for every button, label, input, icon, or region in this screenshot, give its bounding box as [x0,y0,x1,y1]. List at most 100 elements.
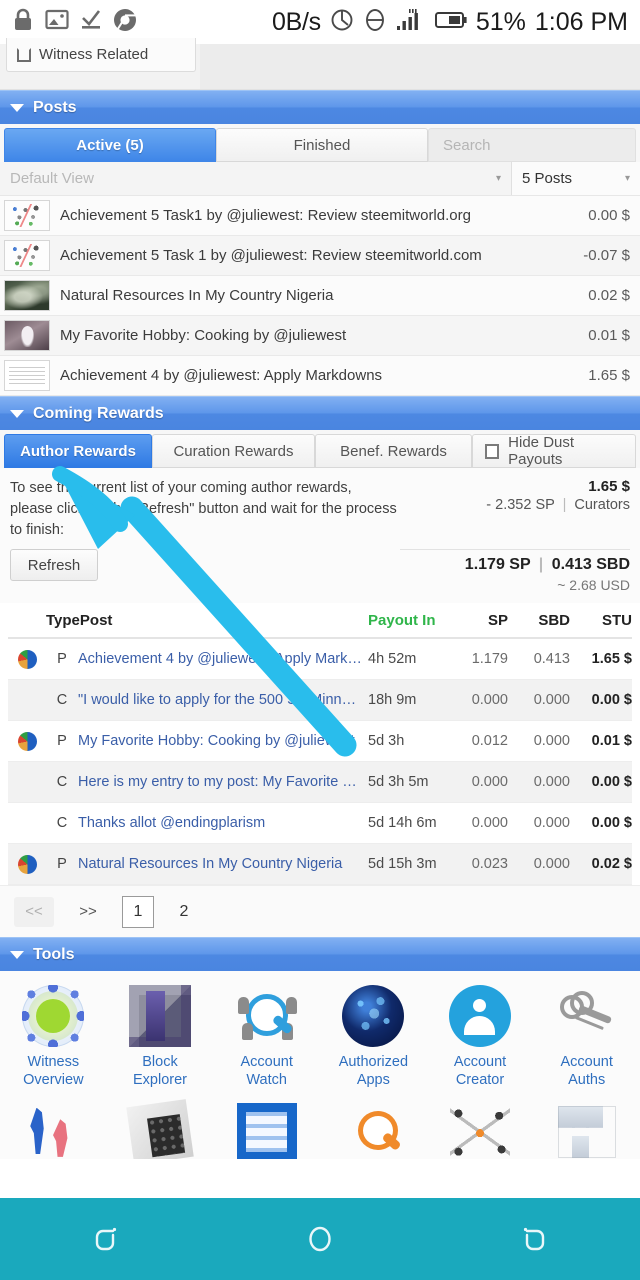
network-speed: 0B/s [272,7,321,36]
posts-search-input[interactable]: Search [428,128,636,162]
header-type: Type [46,611,80,629]
status-bar-right: 0B/s 51% 1:06 PM [272,8,628,37]
view-select[interactable]: Default View ▾ [0,162,512,195]
refresh-button[interactable]: Refresh [10,549,98,581]
posts-count-select[interactable]: 5 Posts ▾ [512,162,640,195]
table-row[interactable]: C Here is my entry to my post: My Favori… [8,762,632,803]
row-post-link[interactable]: Thanks allot @endingplarism [78,815,368,831]
list-item[interactable]: My Favorite Hobby: Cooking by @juliewest… [0,316,640,356]
rewards-section-title: Coming Rewards [33,404,164,422]
person-shape [281,1023,293,1040]
person-shape [285,997,297,1014]
phone-screen: 0B/s 51% 1:06 PM Witness Related Posts A… [0,0,640,1280]
rewards-section-header[interactable]: Coming Rewards [0,396,640,430]
post-title: My Favorite Hobby: Cooking by @juliewest [60,327,347,344]
tab-finished-posts[interactable]: Finished [216,128,428,162]
tool-block-explorer[interactable]: Block Explorer [107,985,214,1089]
tool-magnifier[interactable] [320,1103,427,1159]
table-row[interactable]: P Natural Resources In My Country Nigeri… [8,844,632,885]
tool-witness-overview[interactable]: Witness Overview [0,985,107,1089]
row-stu: 1.65 $ [591,651,632,667]
rewards-totals-line1: 1.179 SP | 0.413 SBD [400,556,630,574]
pie-chart-icon [17,731,37,751]
recents-icon [95,1227,116,1251]
divider: | [562,497,567,513]
row-post-link[interactable]: My Favorite Hobby: Cooking by @juliewest [78,733,368,749]
battery-icon [433,9,467,36]
posts-view-row: Default View ▾ 5 Posts ▾ [0,162,640,196]
pagination-page-2[interactable]: 2 [168,896,200,928]
tool-label: Block Explorer [133,1053,187,1089]
account-creator-icon [449,985,512,1047]
row-post-link[interactable]: Here is my entry to my post: My Favorite… [78,774,368,790]
row-stu: 0.01 $ [591,733,632,749]
tool-account-auths[interactable]: Account Auths [533,985,640,1089]
post-value: 1.65 $ [588,367,630,384]
form-window-icon [236,1103,297,1159]
tool-form-window[interactable] [213,1103,320,1159]
header-payout-in: Payout In [368,611,436,629]
home-button[interactable] [285,1216,355,1262]
post-title: Achievement 5 Task1 by @juliewest: Revie… [60,207,471,224]
hide-dust-payouts-checkbox[interactable]: Hide Dust Payouts [472,434,636,468]
checkbox-icon [485,443,500,459]
pagination-page-1[interactable]: 1 [122,895,154,928]
rewards-tabs: Author Rewards Curation Rewards Benef. R… [0,430,640,468]
tool-screens-grid[interactable] [533,1103,640,1159]
list-item[interactable]: Achievement 5 Task1 by @juliewest: Revie… [0,196,640,236]
table-row[interactable]: P Achievement 4 by @juliewest: Apply Mar… [8,639,632,680]
row-sp: 0.000 [471,815,508,831]
row-sp: 0.000 [471,774,508,790]
tool-label: Authorized Apps [339,1053,408,1089]
tools-section-title: Tools [33,945,75,963]
battery-percent: 51% [475,7,526,36]
posts-list: Achievement 5 Task1 by @juliewest: Revie… [0,196,640,396]
witness-related-icon [17,47,31,62]
row-post-link[interactable]: "I would like to apply for the 500 SP Mi… [78,692,368,708]
download-complete-icon [80,9,102,36]
witness-overview-icon [22,985,85,1047]
tools-section-header[interactable]: Tools [0,937,640,971]
tools-grid-row1: Witness Overview Block Explorer Account … [0,971,640,1097]
tool-account-watch[interactable]: Account Watch [213,985,320,1089]
tool-people-helping[interactable] [0,1103,107,1159]
witness-related-tab[interactable]: Witness Related [6,38,196,72]
back-button[interactable] [498,1216,568,1262]
pagination-first-button[interactable]: << [14,896,54,927]
header-sbd: SBD [538,611,570,629]
row-sp: 0.000 [471,692,508,708]
tool-account-creator[interactable]: Account Creator [427,985,534,1089]
tab-active-posts[interactable]: Active (5) [4,128,216,162]
row-post-link[interactable]: Achievement 4 by @juliewest: Apply Markd… [78,651,368,667]
chevron-down-icon: ▾ [624,173,630,184]
list-item[interactable]: Achievement 4 by @juliewest: Apply Markd… [0,356,640,396]
screens-grid-icon [557,1103,617,1159]
signal-bars-icon [396,8,424,37]
table-row[interactable]: C "I would like to apply for the 500 SP … [8,680,632,721]
list-item[interactable]: Achievement 5 Task 1 by @juliewest: Revi… [0,236,640,276]
tab-author-rewards[interactable]: Author Rewards [4,434,152,468]
tool-label-line2: Explorer [133,1072,187,1088]
do-not-disturb-icon [363,8,387,37]
tool-authorized-apps[interactable]: Authorized Apps [320,985,427,1089]
list-item[interactable]: Natural Resources In My Country Nigeria … [0,276,640,316]
chevron-down-icon: ▾ [495,173,501,184]
recents-button[interactable] [72,1216,142,1262]
tool-label-line2: Creator [455,1072,505,1088]
table-row[interactable]: P My Favorite Hobby: Cooking by @juliewe… [8,721,632,762]
posts-section-header[interactable]: Posts [0,90,640,124]
row-type: P [57,733,67,749]
rewards-table: Type Post Payout In SP SBD STU P Achieve… [0,603,640,885]
table-row[interactable]: C Thanks allot @endingplarism 5d 14h 6m … [8,803,632,844]
row-sbd: 0.000 [533,692,570,708]
tab-benef-rewards[interactable]: Benef. Rewards [315,434,472,468]
row-payout: 5d 3h [368,733,405,749]
row-post-link[interactable]: Natural Resources In My Country Nigeria [78,856,368,872]
row-payout: 4h 52m [368,651,417,667]
tab-curation-rewards[interactable]: Curation Rewards [152,434,315,468]
tool-network-nodes[interactable] [427,1103,534,1159]
tool-label-line2: Apps [356,1072,390,1088]
tool-label-line1: Witness [27,1054,80,1070]
tool-calculator[interactable] [107,1099,214,1159]
pagination-next-button[interactable]: >> [68,897,108,927]
